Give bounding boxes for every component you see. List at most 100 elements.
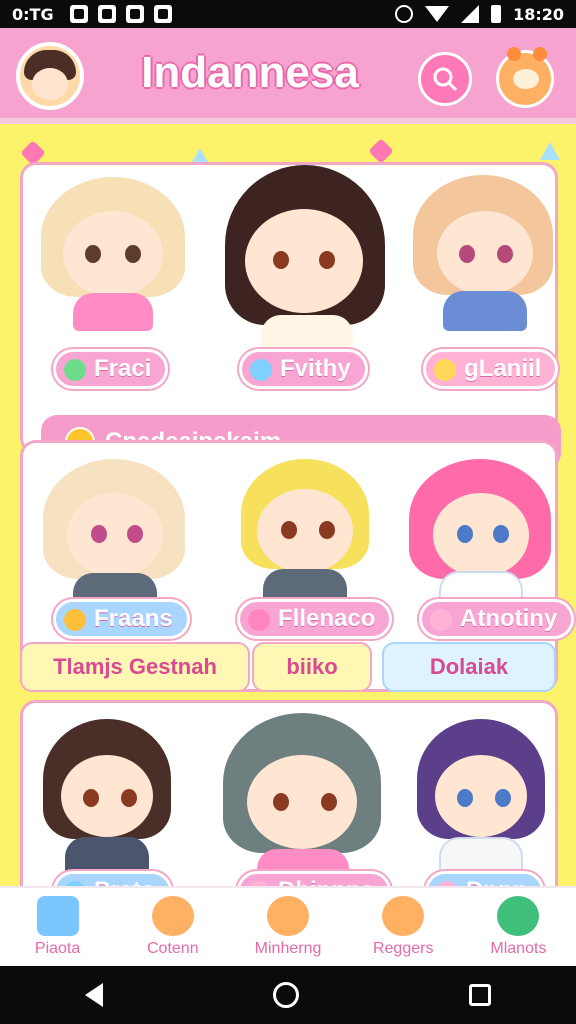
character-card[interactable] [411, 719, 551, 879]
character-eye [91, 525, 107, 543]
character-eye [127, 525, 143, 543]
home-circle-icon[interactable] [273, 982, 299, 1008]
character-eye [281, 521, 297, 539]
status-time-left: 0:TG [12, 4, 54, 24]
character-face [437, 211, 533, 295]
bottom-navigation: Piaota Cotenn Minherng Reggers Mlanots [0, 886, 576, 966]
character-eye [497, 245, 513, 263]
user-avatar[interactable] [16, 42, 84, 110]
character-eye [273, 251, 289, 269]
battery-icon [491, 5, 502, 23]
tag-row: Tlamjs Gestnah biiko Dolaiak [20, 642, 560, 694]
tag-button[interactable]: Tlamjs Gestnah [20, 642, 250, 692]
character-eye [273, 793, 289, 811]
signal-icon [461, 5, 480, 23]
character-face [67, 493, 163, 577]
character-eye [125, 245, 141, 263]
character-eye [319, 251, 335, 269]
nav-label: Reggers [372, 940, 434, 957]
profile-button[interactable] [496, 47, 554, 108]
app-notification-icon [97, 5, 116, 23]
tag-button[interactable]: biiko [252, 642, 372, 692]
tag-label: Dolaiak [429, 654, 509, 679]
profile-ear-right [533, 47, 547, 61]
profile-ear-left [507, 47, 521, 61]
sparkle-icon [248, 609, 270, 631]
notes-icon [497, 896, 540, 936]
tag-label: Tlamjs Gestnah [53, 654, 217, 679]
pill-tag[interactable]: Atnotiny [419, 599, 575, 639]
character-card[interactable] [37, 719, 177, 879]
tag-label: biiko [286, 654, 338, 679]
heart-decoration [368, 138, 394, 164]
character-eye [321, 793, 337, 811]
download-icon [125, 5, 144, 23]
character-card[interactable] [39, 459, 189, 609]
flower-icon [430, 609, 452, 631]
pill-label: Dnnn [466, 877, 527, 886]
character-card[interactable] [235, 459, 375, 609]
status-left: 0:TG [12, 5, 172, 24]
pill-tag[interactable]: Fraans [53, 599, 190, 639]
pill-label: Prato [94, 877, 155, 886]
pill-label: Fraci [94, 355, 152, 382]
character-eye [459, 245, 475, 263]
status-time-right: 18:20 [513, 4, 564, 24]
character-section-1: Fraci Fvithy gLaniil Cnadeajpekaim [20, 162, 561, 469]
pill-tag[interactable]: Fraci [53, 349, 169, 389]
system-navigation-bar [0, 966, 576, 1024]
character-card[interactable] [215, 165, 395, 355]
character-body [73, 293, 153, 331]
nav-item-members[interactable]: Minherng [230, 888, 345, 966]
star-decoration [540, 142, 560, 160]
back-icon[interactable] [85, 983, 103, 1007]
pill-tag[interactable]: Prato [53, 871, 173, 886]
character-body [443, 291, 527, 331]
flower-icon [434, 359, 456, 381]
search-icon [433, 67, 458, 92]
character-section-3: Prato Dhinnne Dnnn [20, 700, 558, 886]
recent-apps-icon[interactable] [469, 984, 491, 1006]
pill-tag[interactable]: Fvithy [239, 349, 368, 389]
pill-label: Fvithy [280, 355, 351, 382]
character-eye [495, 789, 511, 807]
game-notification-icon [153, 5, 172, 23]
search-button[interactable] [418, 52, 472, 106]
bear-icon [267, 896, 309, 936]
pill-tag[interactable]: Fllenaco [237, 599, 393, 639]
home-icon [36, 896, 79, 936]
character-face [247, 755, 357, 849]
character-card[interactable] [33, 175, 193, 335]
character-face [61, 755, 153, 837]
nav-item-reggers[interactable]: Reggers [346, 888, 461, 966]
profile-icon [513, 69, 539, 89]
nav-label: Cotenn [147, 940, 199, 957]
pill-label: gLaniil [464, 355, 542, 382]
character-card[interactable] [405, 459, 555, 609]
status-bar: 0:TG 18:20 [0, 0, 576, 28]
pill-label: Fllenaco [278, 605, 376, 632]
pill-tag[interactable]: gLaniil [423, 349, 559, 389]
character-eye [493, 525, 509, 543]
gmail-icon [69, 5, 88, 23]
tag-button[interactable]: Dolaiak [382, 642, 556, 692]
heart-icon [64, 609, 86, 631]
nav-item-notes[interactable]: Mlanots [461, 888, 576, 966]
character-eye [457, 525, 473, 543]
character-face [435, 755, 527, 837]
nav-label: Minherng [254, 940, 322, 957]
character-card[interactable] [217, 713, 387, 883]
character-face [63, 211, 163, 297]
avatar-face [32, 68, 68, 100]
character-face [245, 209, 363, 313]
leaf-icon [64, 359, 86, 381]
character-eye [85, 245, 101, 263]
character-eye [319, 521, 335, 539]
character-face [257, 489, 353, 573]
pill-tag[interactable]: Dnnn [425, 871, 545, 886]
pill-tag[interactable]: Dhinnne [237, 871, 391, 886]
nav-item-content[interactable]: Cotenn [115, 888, 230, 966]
main-content: Fraci Fvithy gLaniil Cnadeajpekaim [0, 124, 576, 886]
character-card[interactable] [407, 175, 557, 335]
nav-item-home[interactable]: Piaota [0, 888, 115, 966]
